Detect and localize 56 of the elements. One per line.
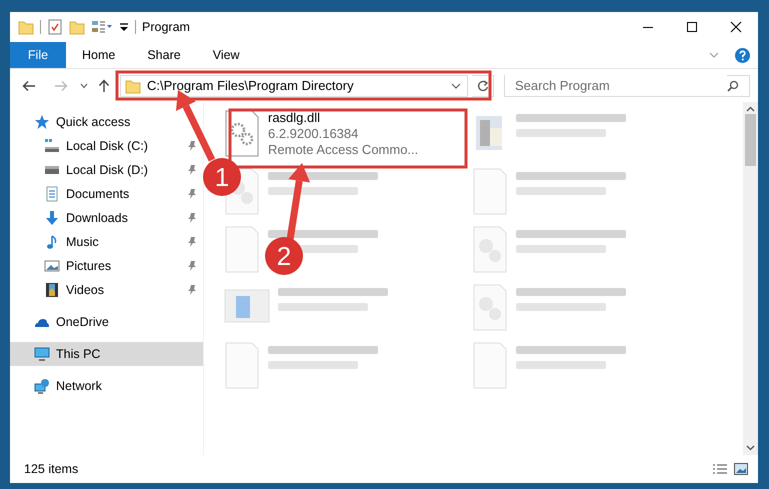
nav-item[interactable]: This PC bbox=[10, 342, 203, 366]
film-icon bbox=[44, 282, 60, 298]
address-path: C:\Program Files\Program Directory bbox=[147, 76, 354, 95]
network-icon bbox=[34, 378, 50, 394]
address-bar[interactable]: C:\Program Files\Program Directory bbox=[120, 74, 468, 96]
nav-item[interactable]: Documents bbox=[10, 182, 203, 206]
pictures-icon bbox=[44, 258, 60, 274]
folder-icon bbox=[125, 78, 141, 94]
large-icons-view-icon[interactable] bbox=[734, 463, 748, 475]
details-view-icon[interactable] bbox=[712, 463, 728, 475]
nav-item[interactable]: Music bbox=[10, 230, 203, 254]
nav-item[interactable]: Downloads bbox=[10, 206, 203, 230]
close-icon[interactable] bbox=[730, 21, 742, 33]
star-icon bbox=[34, 114, 50, 130]
expand-ribbon-icon[interactable] bbox=[709, 52, 719, 58]
file-menu-button[interactable]: File bbox=[10, 42, 66, 68]
download-icon bbox=[44, 210, 60, 226]
scroll-down-icon[interactable] bbox=[746, 445, 755, 451]
nav-item[interactable]: Videos bbox=[10, 278, 203, 302]
nav-item[interactable]: OneDrive bbox=[10, 310, 203, 334]
view-dropdown-icon[interactable] bbox=[91, 19, 113, 35]
nav-item[interactable]: Local Disk (C:) bbox=[10, 134, 203, 158]
callout-number: 2 bbox=[276, 241, 292, 271]
scroll-up-icon[interactable] bbox=[746, 106, 755, 112]
callout-circle bbox=[203, 158, 241, 196]
nav-item[interactable]: Local Disk (D:) bbox=[10, 158, 203, 182]
scrollbar[interactable] bbox=[743, 102, 758, 455]
file-name: rasdlg.dll bbox=[268, 110, 322, 126]
callout-circle bbox=[265, 237, 303, 275]
recent-locations-icon[interactable] bbox=[80, 82, 88, 88]
document-icon bbox=[44, 186, 60, 202]
window-title: Program bbox=[142, 18, 190, 36]
maximize-icon[interactable] bbox=[686, 21, 698, 33]
dropdown-icon[interactable] bbox=[451, 82, 461, 88]
back-icon[interactable] bbox=[22, 80, 36, 92]
search-field[interactable]: Search Program bbox=[504, 74, 750, 96]
customize-toolbar-icon[interactable] bbox=[119, 21, 129, 33]
search-icon[interactable] bbox=[727, 80, 739, 92]
up-icon[interactable] bbox=[98, 78, 110, 92]
drive-icon bbox=[44, 138, 60, 154]
nav-item[interactable]: Quick access bbox=[10, 110, 203, 134]
properties-icon[interactable] bbox=[47, 19, 63, 35]
help-icon[interactable] bbox=[735, 48, 750, 62]
file-detail: 6.2.9200.16384 bbox=[268, 126, 360, 142]
ribbon-tab[interactable]: Home bbox=[66, 42, 132, 68]
ribbon-tab[interactable]: View bbox=[196, 42, 256, 68]
computer-icon bbox=[34, 346, 50, 362]
file-detail: Remote Access Commo... bbox=[268, 142, 418, 158]
item-count: 125 items bbox=[24, 460, 78, 478]
scroll-thumb[interactable] bbox=[745, 114, 756, 166]
refresh-icon bbox=[476, 80, 488, 92]
ribbon-tab[interactable]: Share bbox=[131, 42, 197, 68]
folder-icon bbox=[18, 19, 34, 35]
nav-item[interactable]: Network bbox=[10, 374, 203, 398]
nav-item[interactable]: Pictures bbox=[10, 254, 203, 278]
callout-number: 1 bbox=[214, 162, 230, 192]
